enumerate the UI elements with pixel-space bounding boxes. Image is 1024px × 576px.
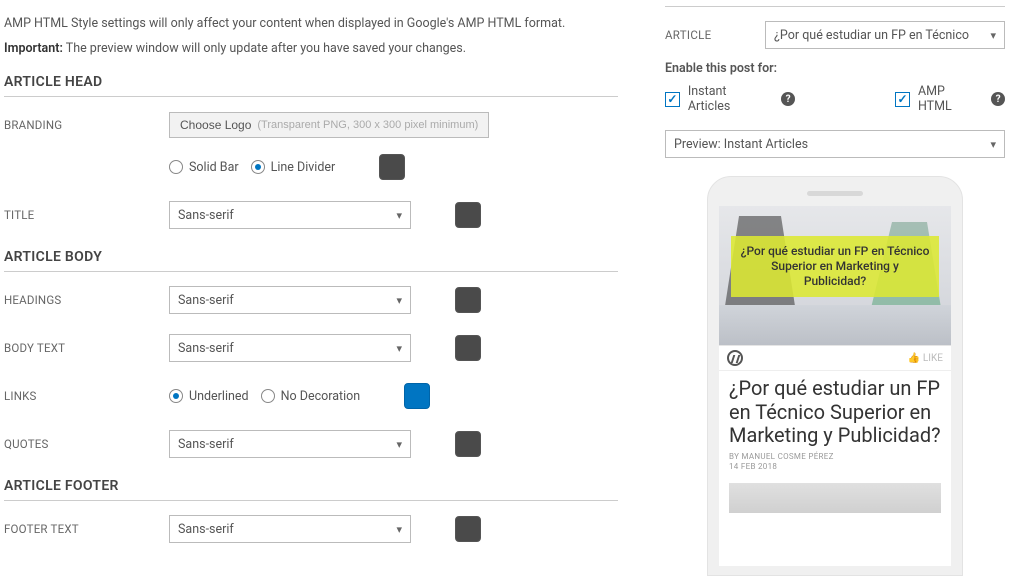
radio-line-divider[interactable]: Line Divider	[251, 160, 336, 175]
headings-color-swatch[interactable]	[455, 287, 481, 313]
phone-speaker	[807, 191, 863, 196]
article-label: ARTICLE	[665, 28, 765, 42]
quotes-color-swatch[interactable]	[455, 431, 481, 457]
quotes-font-value: Sans-serif	[178, 437, 234, 452]
links-label: LINKS	[4, 389, 169, 403]
important-text: The preview window will only update afte…	[66, 41, 466, 56]
check-amp-html[interactable]: ✓ AMP HTML ?	[895, 84, 1005, 114]
radio-dot-checked	[169, 389, 183, 403]
choose-logo-hint: (Transparent PNG, 300 x 300 pixel minimu…	[257, 119, 478, 131]
footertext-font-select[interactable]: Sans-serif	[169, 515, 411, 543]
preview-mode-value: Preview: Instant Articles	[674, 137, 808, 152]
help-icon[interactable]: ?	[781, 92, 795, 106]
branding-color-swatch[interactable]	[379, 154, 405, 180]
preview-hero: ¿Por qué estudiar un FP en Técnico Super…	[719, 206, 951, 346]
important-note: Important: The preview window will only …	[4, 41, 618, 56]
check-instant-articles[interactable]: ✓ Instant Articles ?	[665, 84, 795, 114]
important-label: Important:	[4, 41, 63, 56]
footertext-font-value: Sans-serif	[178, 522, 234, 537]
bodytext-color-swatch[interactable]	[455, 335, 481, 361]
preview-article-title: ¿Por qué estudiar un FP en Técnico Super…	[719, 371, 951, 450]
like-label: LIKE	[923, 353, 943, 364]
preview-article-meta: BY MANUEL COSME PÉREZ 14 FEB 2018	[719, 450, 951, 479]
footertext-label: FOOTER TEXT	[4, 522, 169, 536]
check-instant-articles-label: Instant Articles	[688, 84, 771, 114]
amp-description: AMP HTML Style settings will only affect…	[4, 16, 618, 31]
thumb-up-icon: 👍	[907, 353, 919, 364]
checkbox-checked-icon: ✓	[665, 92, 680, 107]
radio-no-decoration[interactable]: No Decoration	[261, 389, 361, 404]
radio-solid-bar[interactable]: Solid Bar	[169, 160, 239, 175]
section-article-footer: ARTICLE FOOTER	[4, 478, 618, 501]
choose-logo-text: Choose Logo	[180, 118, 251, 132]
footertext-color-swatch[interactable]	[455, 516, 481, 542]
wordpress-icon	[727, 350, 743, 366]
title-font-select[interactable]: Sans-serif	[169, 201, 411, 229]
enable-title: Enable this post for:	[665, 61, 1005, 76]
check-amp-html-label: AMP HTML	[918, 84, 981, 114]
preview-body-image	[729, 483, 941, 513]
title-color-swatch[interactable]	[455, 202, 481, 228]
headings-font-select[interactable]: Sans-serif	[169, 286, 411, 314]
title-font-value: Sans-serif	[178, 208, 234, 223]
headings-label: HEADINGS	[4, 293, 169, 307]
bodytext-label: BODY TEXT	[4, 341, 169, 355]
radio-dot	[261, 389, 275, 403]
preview-hero-title: ¿Por qué estudiar un FP en Técnico Super…	[731, 236, 939, 297]
preview-phone: ¿Por qué estudiar un FP en Técnico Super…	[707, 176, 963, 576]
preview-date: 14 FEB 2018	[729, 462, 941, 472]
choose-logo-button[interactable]: Choose Logo (Transparent PNG, 300 x 300 …	[169, 112, 489, 138]
bodytext-font-select[interactable]: Sans-serif	[169, 334, 411, 362]
section-article-body: ARTICLE BODY	[4, 249, 618, 272]
bodytext-font-value: Sans-serif	[178, 341, 234, 356]
links-color-swatch[interactable]	[404, 383, 430, 409]
radio-underlined-label: Underlined	[189, 389, 249, 404]
article-select[interactable]: ¿Por qué estudiar un FP en Técnico	[765, 21, 1005, 49]
headings-font-value: Sans-serif	[178, 293, 234, 308]
radio-no-decoration-label: No Decoration	[281, 389, 361, 404]
checkbox-checked-icon: ✓	[895, 92, 910, 107]
title-label: TITLE	[4, 208, 169, 222]
branding-label: BRANDING	[4, 118, 169, 132]
radio-dot	[169, 160, 183, 174]
article-select-value: ¿Por qué estudiar un FP en Técnico	[774, 28, 969, 43]
section-article-head: ARTICLE HEAD	[4, 74, 618, 97]
preview-mode-select[interactable]: Preview: Instant Articles	[665, 130, 1005, 158]
radio-solid-bar-label: Solid Bar	[189, 160, 239, 175]
radio-underlined[interactable]: Underlined	[169, 389, 249, 404]
radio-dot-checked	[251, 160, 265, 174]
quotes-font-select[interactable]: Sans-serif	[169, 430, 411, 458]
radio-line-divider-label: Line Divider	[271, 160, 336, 175]
preview-byline: BY MANUEL COSME PÉREZ	[729, 452, 941, 462]
help-icon[interactable]: ?	[991, 92, 1005, 106]
quotes-label: QUOTES	[4, 437, 169, 451]
preview-feed-bar: 👍 LIKE	[719, 346, 951, 371]
preview-screen: ¿Por qué estudiar un FP en Técnico Super…	[719, 206, 951, 566]
